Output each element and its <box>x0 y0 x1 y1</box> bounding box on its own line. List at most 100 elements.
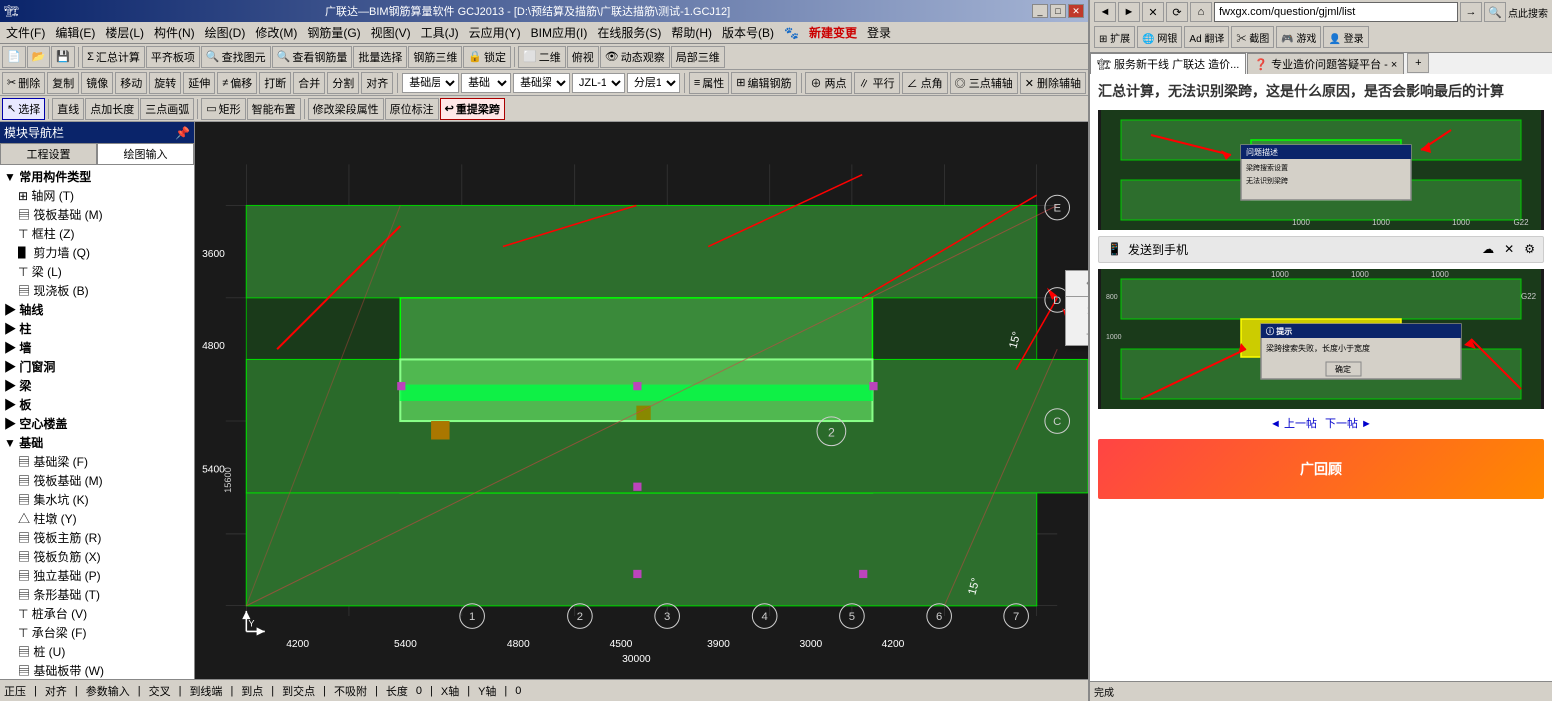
menu-floor[interactable]: 楼层(L) <box>101 22 148 43</box>
screenshot-btn[interactable]: ✂ 截图 <box>1231 26 1274 48</box>
expand-btn[interactable]: ⊞ 扩展 <box>1094 26 1135 48</box>
tree-item-axis[interactable]: ⊞ 轴网 (T) <box>2 186 192 205</box>
break-btn[interactable]: 打断 <box>259 72 291 94</box>
dynamic-observe-btn[interactable]: 👁 动态观察 <box>600 46 670 68</box>
browser-forward[interactable]: ► <box>1118 2 1140 22</box>
view-rebar-btn[interactable]: 🔍 查看钢筋量 <box>272 46 353 68</box>
batch-select-btn[interactable]: 批量选择 <box>353 46 407 68</box>
tree-item-strip-found[interactable]: ▤ 条形基础 (T) <box>2 585 192 604</box>
browser-search[interactable]: 🔍 <box>1484 2 1506 22</box>
summarize-calc-btn[interactable]: Σ 汇总计算 <box>82 46 145 68</box>
tree-item-raft2[interactable]: ▤ 筏板基础 (M) <box>2 471 192 490</box>
tree-item-column-cap[interactable]: △ 柱墩 (Y) <box>2 509 192 528</box>
menu-file[interactable]: 文件(F) <box>2 22 49 43</box>
mirror-btn[interactable]: 镜像 <box>81 72 113 94</box>
tree-group-slabs[interactable]: ▶ 板 <box>2 395 192 414</box>
modify-span-prop-btn[interactable]: 修改梁段属性 <box>308 98 384 120</box>
ctx-set-support[interactable]: + 设置支座 <box>1066 322 1088 345</box>
tree-item-cap-beam[interactable]: ⊤ 承台梁 (F) <box>2 623 192 642</box>
rotate-btn[interactable]: 旋转 <box>149 72 181 94</box>
tree-item-isolated-found[interactable]: ▤ 独立基础 (P) <box>2 566 192 585</box>
menu-login[interactable]: 登录 <box>863 22 895 43</box>
tree-group-column[interactable]: ▶ 柱 <box>2 319 192 338</box>
menu-new-change[interactable]: 新建变更 <box>805 22 861 43</box>
menu-online[interactable]: 在线服务(S) <box>593 22 665 43</box>
beam-id-dropdown[interactable]: JZL-1 <box>572 73 625 93</box>
tree-group-beams[interactable]: ▶ 梁 <box>2 376 192 395</box>
tree-group-foundation[interactable]: ▼ 基础 <box>2 433 192 452</box>
ctx-delete-support[interactable]: ✕ 删除支座 <box>1066 299 1088 322</box>
parallel-btn[interactable]: ∥ 平行 <box>854 72 900 94</box>
component-type-dropdown[interactable]: 基础 <box>461 73 511 93</box>
browser-tab-1[interactable]: 🏗 服务新干线 广联达 造价... <box>1090 53 1246 74</box>
tree-group-wall[interactable]: ▶ 墙 <box>2 338 192 357</box>
menu-cloud[interactable]: 云应用(Y) <box>465 22 525 43</box>
move-btn[interactable]: 移动 <box>115 72 147 94</box>
offset-btn[interactable]: ≠ 偏移 <box>217 72 257 94</box>
tree-item-pile-cap[interactable]: ⊤ 桩承台 (V) <box>2 604 192 623</box>
delete-btn[interactable]: ✂ 删除 <box>2 72 45 94</box>
tree-item-found-beam[interactable]: ▤ 基础梁 (F) <box>2 452 192 471</box>
re-extract-span-btn[interactable]: ↩ 重提梁跨 <box>440 98 505 120</box>
top-view-btn[interactable]: 俯视 <box>567 46 599 68</box>
smart-layout-btn[interactable]: 智能布置 <box>247 98 301 120</box>
nav-pin-icon[interactable]: 📌 <box>175 126 190 140</box>
delete-aux-btn[interactable]: ✕ 删除辅轴 <box>1020 72 1086 94</box>
menu-draw[interactable]: 绘图(D) <box>201 22 250 43</box>
ad-banner[interactable]: 广回顾 <box>1098 439 1544 499</box>
new-btn[interactable]: 📄 <box>2 46 26 68</box>
games-btn[interactable]: 🎮 游戏 <box>1276 26 1321 48</box>
tree-item-found-strip-belt[interactable]: ▤ 基础板带 (W) <box>2 661 192 679</box>
tree-item-shear-wall[interactable]: ▋ 剪力墙 (Q) <box>2 243 192 262</box>
two-point-btn[interactable]: ⊕ 两点 <box>805 72 851 94</box>
angle-point-btn[interactable]: ∠ 点角 <box>902 72 948 94</box>
address-bar[interactable] <box>1214 2 1458 22</box>
local-3d-btn[interactable]: 局部三维 <box>671 46 725 68</box>
prev-post-btn[interactable]: ◄ 上一帖 <box>1270 415 1317 431</box>
close-dialog-icon[interactable]: ✕ <box>1504 242 1514 256</box>
minimize-btn[interactable]: _ <box>1032 4 1048 18</box>
tree-item-raft-top-rebar[interactable]: ▤ 筏板主筋 (R) <box>2 528 192 547</box>
find-element-btn[interactable]: 🔍 查找图元 <box>201 46 271 68</box>
translate-btn[interactable]: Ad 翻译 <box>1184 26 1229 48</box>
merge-btn[interactable]: 合并 <box>293 72 325 94</box>
point-extend-btn[interactable]: 点加长度 <box>85 98 139 120</box>
tree-item-beam[interactable]: ⊤ 梁 (L) <box>2 262 192 281</box>
line-btn[interactable]: 直线 <box>52 98 84 120</box>
tree-group-axis[interactable]: ▶ 轴线 <box>2 300 192 319</box>
tree-item-pile[interactable]: ▤ 桩 (U) <box>2 642 192 661</box>
netbank-btn[interactable]: 🌐 网银 <box>1137 26 1182 48</box>
tree-group-common[interactable]: ▼ 常用构件类型 <box>2 167 192 186</box>
layer-dropdown[interactable]: 分层1 <box>627 73 680 93</box>
ctx-re-extract-span[interactable]: ↩ 重提梁跨 <box>1066 271 1088 294</box>
tree-group-openings[interactable]: ▶ 门窗洞 <box>2 357 192 376</box>
menu-rebar[interactable]: 钢筋量(G) <box>303 22 364 43</box>
browser-go[interactable]: → <box>1460 2 1482 22</box>
site-annotation-btn[interactable]: 原位标注 <box>385 98 439 120</box>
three-point-aux-btn[interactable]: ◎ 三点辅轴 <box>950 72 1018 94</box>
tree-item-raft-neg-rebar[interactable]: ▤ 筏板负筋 (X) <box>2 547 192 566</box>
menu-version[interactable]: 版本号(B) <box>718 22 778 43</box>
edit-rebar-btn[interactable]: ⊞编辑钢筋 <box>731 72 796 94</box>
three-point-arc-btn[interactable]: 三点画弧 <box>140 98 194 120</box>
menu-tools[interactable]: 工具(J) <box>417 22 463 43</box>
new-tab-btn[interactable]: + <box>1407 53 1429 73</box>
lock-btn[interactable]: 🔒 锁定 <box>463 46 511 68</box>
browser-back[interactable]: ◄ <box>1094 2 1116 22</box>
settings-icon[interactable]: ⚙ <box>1524 242 1535 256</box>
menu-view[interactable]: 视图(V) <box>367 22 415 43</box>
open-btn[interactable]: 📂 <box>27 46 51 68</box>
maximize-btn[interactable]: □ <box>1050 4 1066 18</box>
menu-component[interactable]: 构件(N) <box>150 22 199 43</box>
properties-btn[interactable]: ≡属性 <box>689 72 729 94</box>
menu-bim[interactable]: BIM应用(I) <box>527 22 592 43</box>
tree-item-slab[interactable]: ▤ 现浇板 (B) <box>2 281 192 300</box>
split-btn[interactable]: 分割 <box>327 72 359 94</box>
tree-group-hollow[interactable]: ▶ 空心楼盖 <box>2 414 192 433</box>
flat-plate-btn[interactable]: 平齐板项 <box>146 46 200 68</box>
next-post-btn[interactable]: 下一帖 ► <box>1325 415 1372 431</box>
2d-btn[interactable]: ⬜ 二维 <box>518 46 566 68</box>
nav-tab-setup[interactable]: 工程设置 <box>0 143 97 165</box>
floor-dropdown[interactable]: 基础层 <box>402 73 459 93</box>
align-btn[interactable]: 对齐 <box>361 72 393 94</box>
